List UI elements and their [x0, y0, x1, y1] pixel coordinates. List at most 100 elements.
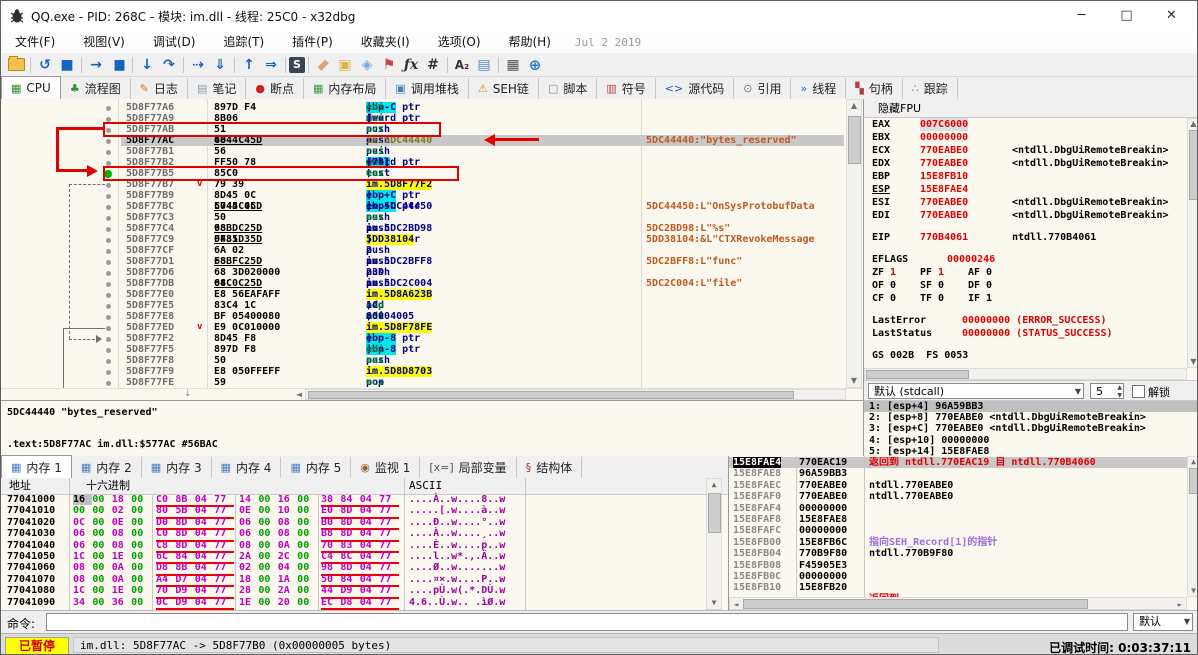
registers-list[interactable]: EAX 007C6000 EBX 00000000 ECX 770EABE0 <ntdll.… — [864, 118, 1187, 368]
toolbar-step-over-icon[interactable]: ↷ — [158, 55, 180, 75]
hide-fpu-button[interactable]: 隐藏FPU — [864, 99, 1197, 118]
call-argument-row[interactable]: 2: [esp+8] 770EABE0 <ntdll.DbgUiRemoteBr… — [864, 412, 1197, 423]
toolbar-font-icon[interactable]: A₂ — [451, 55, 473, 75]
disasm-row[interactable]: 5D8F77E8 BF 05400080 mov edi, 80004005 — [1, 311, 846, 322]
dump-row[interactable]: 77041010 00 00 02 00 80 5B 04 77 0E 00 10 00 E0 8D 04 77… — [1, 505, 701, 519]
menu-item[interactable]: 选项(O) — [424, 31, 495, 53]
menu-item[interactable]: 帮助(H) — [495, 31, 565, 53]
dump-row[interactable]: 77041030 06 00 08 00 C0 8D 04 77 06 00 08 00 B8 8D 04 77… — [1, 528, 701, 542]
toolbar-step-into-icon[interactable]: ↓ — [136, 55, 158, 75]
disasm-row[interactable]: 5D8F77CF 6A 02 push 2 — [1, 245, 846, 256]
stack-row[interactable]: 15E8FB10 15E8FB20 — [729, 582, 1187, 593]
toolbar-log-device-icon[interactable]: ▤ — [473, 55, 495, 75]
tab-线程[interactable]: » 线程 — [791, 78, 847, 99]
register-line[interactable]: EAX 007C6000 — [864, 118, 1187, 131]
dump-row[interactable]: 77041090 34 00 36 00 0C D9 04 77 1E 00 20 00 EC D8 04 77… — [1, 597, 701, 610]
stack-row[interactable]: 15E8FB08 F45905E3 — [729, 560, 1187, 571]
toolbar-skip-icon[interactable]: ⇢ — [187, 55, 209, 75]
register-line[interactable]: ESP 15E8FAE4 — [864, 183, 1187, 196]
menu-item[interactable]: 视图(V) — [69, 31, 139, 53]
disasm-row[interactable]: 5D8F77DB 68 04C0C25D push im.5DC2C004 5DC2C… — [1, 278, 846, 289]
dump-row[interactable]: 77041060 08 00 0A 00 D8 8B 04 77 02 00 04 00 98 8D 04 77… — [1, 562, 701, 576]
tab-SEH链[interactable]: ⚠ SEH链 — [469, 78, 539, 99]
stack-panel[interactable]: 15E8FAE4 770EAC19 返回到 ntdll.770EAC19 自 ntd… — [728, 456, 1197, 610]
dump-tab-结构体[interactable]: § 结构体 — [517, 457, 583, 478]
command-input[interactable] — [46, 613, 1128, 631]
dump-row[interactable]: 77041050 1C 00 1E 00 6C 84 04 77 2A 00 2C 00 C4 8C 04 77… — [1, 551, 701, 565]
tab-调用堆栈[interactable]: ▣ 调用堆栈 — [386, 78, 469, 99]
tab-流程图[interactable]: ♣ 流程图 — [61, 78, 131, 99]
registers-hscrollbar[interactable] — [864, 368, 1187, 380]
tab-断点[interactable]: ● 断点 — [246, 78, 304, 99]
disasm-row[interactable]: 5D8F77B5 85C0 test eax, eax — [1, 168, 846, 179]
dump-tab-内存 5[interactable]: ▦ 内存 5 — [281, 457, 352, 478]
dump-tab-内存 1[interactable]: ▦ 内存 1 — [1, 455, 72, 479]
dump-row[interactable]: 77041080 1C 00 1E 00 70 D9 04 77 28 00 2A 00 44 D9 04 77… — [1, 585, 701, 599]
disasm-row[interactable]: 5D8F77A6897D F4mov dword ptr ss:[ebp-C],… — [1, 102, 846, 113]
disasm-row[interactable]: 5D8F77C3 50 push eax — [1, 212, 846, 223]
stack-row[interactable]: 15E8FB0C 00000000 — [729, 571, 1187, 582]
toolbar-pause-icon[interactable]: ▮▮ — [107, 55, 129, 75]
disasm-row[interactable]: 5D8F77AB 51 push ecx — [1, 124, 846, 135]
toolbar-restart-icon[interactable]: ↺ — [34, 55, 56, 75]
menu-item[interactable]: 文件(F) — [1, 31, 69, 53]
dump-vscrollbar[interactable]: ▲ ▼ — [706, 478, 722, 610]
tab-符号[interactable]: ▥ 符号 — [597, 78, 656, 99]
breakpoint-dot[interactable] — [104, 169, 112, 178]
disasm-row[interactable]: 5D8F77E0E8 56EAFAFFcall im.5D8A623B — [1, 289, 846, 300]
toolbar-label-icon[interactable]: ◈ — [356, 55, 378, 75]
register-line[interactable]: EFLAGS 00000246 — [864, 253, 1187, 266]
dump-row[interactable]: 77041070 08 00 0A 00 A4 D7 04 77 18 00 1A 00 50 84 04 77… — [1, 574, 701, 588]
register-line[interactable]: ESI 770EABE0 <ntdll.DbgUiRemoteBreakin> — [864, 196, 1187, 209]
register-line[interactable]: ECX 770EABE0 <ntdll.DbgUiRemoteBreakin> — [864, 144, 1187, 157]
toolbar-calculator-icon[interactable]: ▦ — [502, 55, 524, 75]
disasm-row[interactable]: 5D8F77AC 68 4044C45D push im.5DC44440 5DC44… — [1, 135, 846, 146]
stack-row[interactable]: 15E8FB00 15E8FB6C 指向SEH_Record[1]的指针 — [729, 537, 1187, 548]
close-button[interactable]: ✕ — [1149, 1, 1194, 30]
disasm-row[interactable]: 5D8F77F28D45 F8lea eax,dword ptr ss:[ebp… — [1, 333, 846, 344]
dump-tab-内存 4[interactable]: ▦ 内存 4 — [212, 457, 282, 478]
register-line[interactable]: LastError 00000000 (ERROR_SUCCESS) — [864, 314, 1187, 327]
toolbar-run-icon[interactable]: → — [85, 55, 107, 75]
tab-日志[interactable]: ✎ 日志 — [131, 78, 188, 99]
register-line[interactable]: EBP 15E8FB10 — [864, 170, 1187, 183]
call-argument-row[interactable]: 3: [esp+C] 770EABE0 <ntdll.DbgUiRemoteBr… — [864, 423, 1197, 434]
stack-vscrollbar[interactable]: ▲ ▼ — [1187, 456, 1197, 597]
tab-跟踪[interactable]: ∴ 跟踪 — [903, 78, 958, 99]
register-line[interactable]: LastStatus 00000000 (STATUS_SUCCESS) — [864, 327, 1187, 340]
register-line[interactable]: EBX 00000000 — [864, 131, 1187, 144]
stack-row[interactable]: 15E8FAF0 770EABE0 ntdll.770EABE0 — [729, 491, 1187, 502]
register-line[interactable]: OF 0 SF 0 DF 0 — [864, 279, 1187, 292]
menu-item[interactable]: 调试(D) — [139, 31, 210, 53]
menu-item[interactable]: 收藏夹(I) — [347, 31, 424, 53]
disasm-row[interactable]: 5D8F77EDvE9 0C010000jmp im.5D8F78FE — [1, 322, 846, 333]
disasm-row[interactable]: 5D8F77D1 68 F8BFC25D push im.5DC2BFF8 5DC2B… — [1, 256, 846, 267]
dump-tab-监视 1[interactable]: ◉ 监视 1 — [351, 457, 421, 478]
register-line[interactable]: EDX 770EABE0 <ntdll.DbgUiRemoteBreakin> — [864, 157, 1187, 170]
toolbar-bookmark-icon[interactable]: ⚑ — [378, 55, 400, 75]
unlock-checkbox[interactable] — [1132, 385, 1145, 398]
tab-引用[interactable]: ⊙ 引用 — [734, 78, 792, 99]
call-argument-row[interactable]: 1: [esp+4] 96A59BB3 — [864, 401, 1197, 413]
tab-内存布局[interactable]: ▦ 内存布局 — [304, 78, 387, 99]
stack-row[interactable]: 15E8FAE8 96A59BB3 — [729, 468, 1187, 479]
stack-row[interactable]: 15E8FAF4 00000000 — [729, 503, 1187, 514]
register-line[interactable]: ZF 1 PF 1 AF 0 — [864, 266, 1187, 279]
toolbar-stop-icon[interactable]: ■ — [56, 55, 78, 75]
stepper-arrows-icon[interactable]: ▲ ▼ — [1117, 384, 1122, 400]
toolbar-scylla-icon[interactable]: S — [289, 56, 305, 73]
menu-item[interactable]: 插件(P) — [278, 31, 347, 53]
stack-row[interactable]: 15E8FB04 770B9F80 ntdll.770B9F80 — [729, 548, 1187, 559]
disasm-row[interactable]: 5D8F77C9FF35 0481D35Dpush dword ptr ds:[… — [1, 234, 846, 245]
toolbar-step-out-icon[interactable]: ⇓ — [209, 55, 231, 75]
menu-item[interactable]: 追踪(T) — [209, 31, 278, 53]
tab-句柄[interactable]: ▚ 句柄 — [846, 78, 903, 99]
dump-tab-内存 2[interactable]: ▦ 内存 2 — [72, 457, 142, 478]
disasm-row[interactable]: 5D8F77F5897D F8mov dword ptr ss:[ebp-8],… — [1, 344, 846, 355]
stack-row[interactable]: 15E8FAE4 770EAC19 返回到 ntdll.770EAC19 自 ntd… — [729, 457, 1187, 469]
disasm-vscrollbar[interactable]: ▲ ▼ — [846, 99, 862, 388]
disasm-row[interactable]: 5D8F77B98D45 0Clea eax,dword ptr ss:[ebp… — [1, 190, 846, 201]
dump-row[interactable]: 77041020 0C 00 0E 00 D0 8D 04 77 06 00 08 00 B0 8D 04 77… — [1, 517, 701, 531]
disassembly-panel[interactable]: 5D8F77A6897D F4mov dword ptr ss:[ebp-C],… — [1, 99, 863, 388]
tab-笔记[interactable]: ▤ 笔记 — [188, 78, 247, 99]
